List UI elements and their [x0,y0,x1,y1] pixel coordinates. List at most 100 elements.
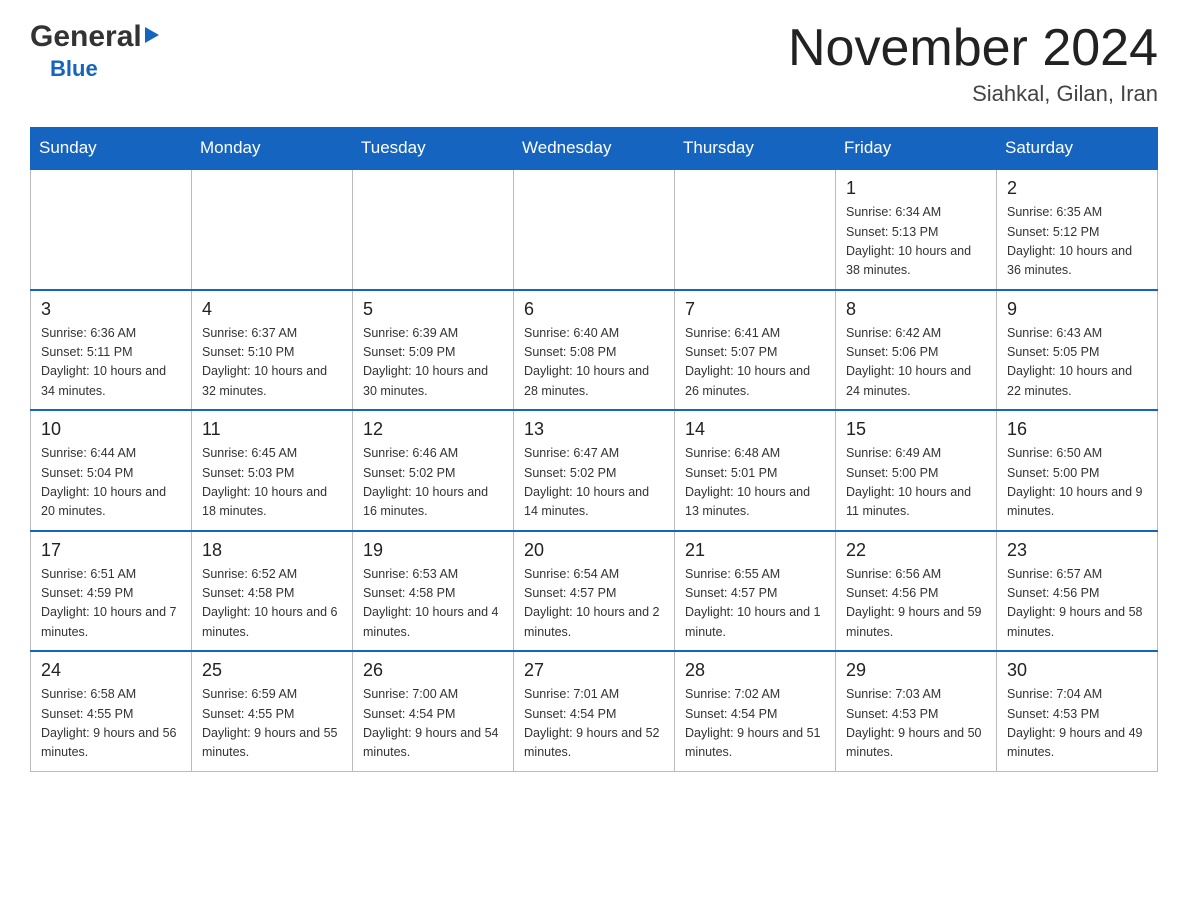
calendar-cell: 26 Sunrise: 7:00 AM Sunset: 4:54 PM Dayli… [353,651,514,771]
day-info: Sunrise: 6:56 AM Sunset: 4:56 PM Dayligh… [846,565,986,643]
day-info: Sunrise: 6:53 AM Sunset: 4:58 PM Dayligh… [363,565,503,643]
calendar-cell: 15 Sunrise: 6:49 AM Sunset: 5:00 PM Dayli… [836,410,997,531]
day-number: 13 [524,419,664,440]
day-info: Sunrise: 6:40 AM Sunset: 5:08 PM Dayligh… [524,324,664,402]
calendar-cell [192,169,353,290]
calendar-cell: 18Sunrise: 6:52 AM Sunset: 4:58 PM Dayli… [192,531,353,652]
calendar-week-row: 3 Sunrise: 6:36 AM Sunset: 5:11 PM Daylig… [31,290,1158,411]
calendar-cell: 5Sunrise: 6:39 AM Sunset: 5:09 PM Daylig… [353,290,514,411]
day-info: Sunrise: 7:04 AM Sunset: 4:53 PM Dayligh… [1007,685,1147,763]
calendar-week-row: 1 Sunrise: 6:34 AM Sunset: 5:13 PM Daylig… [31,169,1158,290]
day-number: 5 [363,299,503,320]
calendar-cell: 23 Sunrise: 6:57 AM Sunset: 4:56 PM Dayli… [997,531,1158,652]
month-title: November 2024 [788,20,1158,77]
day-info: Sunrise: 7:00 AM Sunset: 4:54 PM Dayligh… [363,685,503,763]
calendar-cell: 9 Sunrise: 6:43 AM Sunset: 5:05 PM Daylig… [997,290,1158,411]
day-info: Sunrise: 6:41 AM Sunset: 5:07 PM Dayligh… [685,324,825,402]
day-info: Sunrise: 6:35 AM Sunset: 5:12 PM Dayligh… [1007,203,1147,281]
calendar-week-row: 17 Sunrise: 6:51 AM Sunset: 4:59 PM Dayli… [31,531,1158,652]
day-info: Sunrise: 6:45 AM Sunset: 5:03 PM Dayligh… [202,444,342,522]
day-number: 1 [846,178,986,199]
calendar-header-tuesday: Tuesday [353,128,514,170]
calendar-cell [514,169,675,290]
calendar-cell [675,169,836,290]
day-number: 3 [41,299,181,320]
calendar-cell: 2 Sunrise: 6:35 AM Sunset: 5:12 PM Daylig… [997,169,1158,290]
day-info: Sunrise: 6:50 AM Sunset: 5:00 PM Dayligh… [1007,444,1147,522]
calendar-cell: 17 Sunrise: 6:51 AM Sunset: 4:59 PM Dayli… [31,531,192,652]
day-info: Sunrise: 6:57 AM Sunset: 4:56 PM Dayligh… [1007,565,1147,643]
day-info: Sunrise: 6:47 AM Sunset: 5:02 PM Dayligh… [524,444,664,522]
day-number: 27 [524,660,664,681]
calendar-table: SundayMondayTuesdayWednesdayThursdayFrid… [30,127,1158,772]
day-number: 11 [202,419,342,440]
calendar-cell: 12 Sunrise: 6:46 AM Sunset: 5:02 PM Dayli… [353,410,514,531]
calendar-week-row: 24Sunrise: 6:58 AM Sunset: 4:55 PM Dayli… [31,651,1158,771]
day-number: 8 [846,299,986,320]
calendar-header-monday: Monday [192,128,353,170]
day-number: 25 [202,660,342,681]
day-info: Sunrise: 6:54 AM Sunset: 4:57 PM Dayligh… [524,565,664,643]
day-number: 16 [1007,419,1147,440]
day-info: Sunrise: 6:42 AM Sunset: 5:06 PM Dayligh… [846,324,986,402]
title-section: November 2024 Siahkal, Gilan, Iran [788,20,1158,107]
calendar-cell: 4 Sunrise: 6:37 AM Sunset: 5:10 PM Daylig… [192,290,353,411]
calendar-cell: 8 Sunrise: 6:42 AM Sunset: 5:06 PM Daylig… [836,290,997,411]
calendar-header-row: SundayMondayTuesdayWednesdayThursdayFrid… [31,128,1158,170]
day-info: Sunrise: 6:34 AM Sunset: 5:13 PM Dayligh… [846,203,986,281]
day-info: Sunrise: 6:59 AM Sunset: 4:55 PM Dayligh… [202,685,342,763]
calendar-header-sunday: Sunday [31,128,192,170]
day-number: 17 [41,540,181,561]
calendar-cell: 16 Sunrise: 6:50 AM Sunset: 5:00 PM Dayli… [997,410,1158,531]
day-number: 22 [846,540,986,561]
calendar-cell: 1 Sunrise: 6:34 AM Sunset: 5:13 PM Daylig… [836,169,997,290]
day-info: Sunrise: 6:51 AM Sunset: 4:59 PM Dayligh… [41,565,181,643]
day-info: Sunrise: 6:48 AM Sunset: 5:01 PM Dayligh… [685,444,825,522]
day-number: 9 [1007,299,1147,320]
calendar-header-wednesday: Wednesday [514,128,675,170]
calendar-cell: 21 Sunrise: 6:55 AM Sunset: 4:57 PM Dayli… [675,531,836,652]
day-number: 20 [524,540,664,561]
day-number: 14 [685,419,825,440]
day-info: Sunrise: 6:36 AM Sunset: 5:11 PM Dayligh… [41,324,181,402]
calendar-cell: 29Sunrise: 7:03 AM Sunset: 4:53 PM Dayli… [836,651,997,771]
logo-blue-text: Blue [30,56,159,82]
day-number: 2 [1007,178,1147,199]
calendar-cell: 11 Sunrise: 6:45 AM Sunset: 5:03 PM Dayli… [192,410,353,531]
calendar-cell: 30 Sunrise: 7:04 AM Sunset: 4:53 PM Dayli… [997,651,1158,771]
day-info: Sunrise: 6:49 AM Sunset: 5:00 PM Dayligh… [846,444,986,522]
day-info: Sunrise: 6:46 AM Sunset: 5:02 PM Dayligh… [363,444,503,522]
calendar-cell: 20 Sunrise: 6:54 AM Sunset: 4:57 PM Dayli… [514,531,675,652]
calendar-cell: 6Sunrise: 6:40 AM Sunset: 5:08 PM Daylig… [514,290,675,411]
calendar-cell: 19 Sunrise: 6:53 AM Sunset: 4:58 PM Dayli… [353,531,514,652]
calendar-cell: 22 Sunrise: 6:56 AM Sunset: 4:56 PM Dayli… [836,531,997,652]
calendar-week-row: 10Sunrise: 6:44 AM Sunset: 5:04 PM Dayli… [31,410,1158,531]
day-number: 15 [846,419,986,440]
day-number: 26 [363,660,503,681]
day-number: 12 [363,419,503,440]
calendar-cell: 10Sunrise: 6:44 AM Sunset: 5:04 PM Dayli… [31,410,192,531]
day-info: Sunrise: 6:44 AM Sunset: 5:04 PM Dayligh… [41,444,181,522]
day-number: 30 [1007,660,1147,681]
calendar-cell: 25 Sunrise: 6:59 AM Sunset: 4:55 PM Dayli… [192,651,353,771]
day-info: Sunrise: 6:55 AM Sunset: 4:57 PM Dayligh… [685,565,825,643]
page-header: General Blue November 2024 Siahkal, Gila… [30,20,1158,107]
logo-general-text: General [30,20,142,54]
calendar-header-thursday: Thursday [675,128,836,170]
day-info: Sunrise: 7:01 AM Sunset: 4:54 PM Dayligh… [524,685,664,763]
logo-arrow-icon [145,27,159,43]
day-info: Sunrise: 6:52 AM Sunset: 4:58 PM Dayligh… [202,565,342,643]
day-number: 7 [685,299,825,320]
day-number: 19 [363,540,503,561]
logo: General Blue [30,20,159,82]
day-number: 23 [1007,540,1147,561]
calendar-cell: 28Sunrise: 7:02 AM Sunset: 4:54 PM Dayli… [675,651,836,771]
day-number: 4 [202,299,342,320]
day-number: 29 [846,660,986,681]
calendar-cell [31,169,192,290]
day-info: Sunrise: 6:43 AM Sunset: 5:05 PM Dayligh… [1007,324,1147,402]
day-number: 28 [685,660,825,681]
day-info: Sunrise: 6:37 AM Sunset: 5:10 PM Dayligh… [202,324,342,402]
calendar-cell: 14 Sunrise: 6:48 AM Sunset: 5:01 PM Dayli… [675,410,836,531]
day-number: 21 [685,540,825,561]
